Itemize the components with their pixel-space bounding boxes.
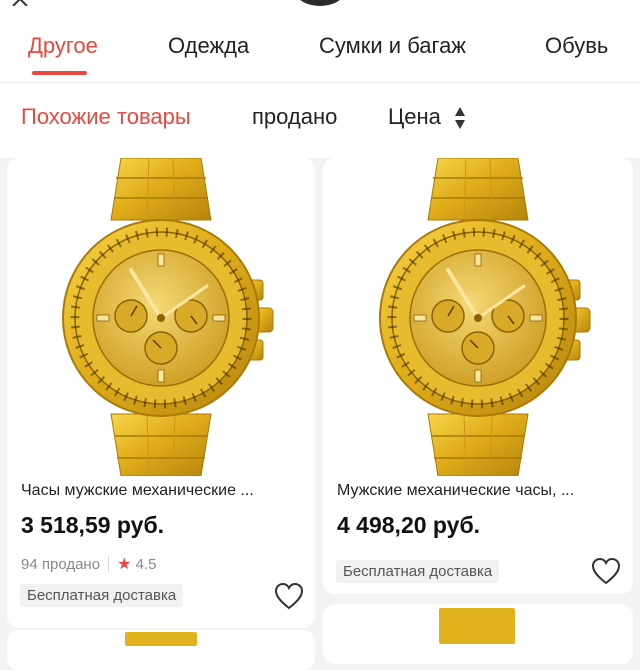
sort-arrows-icon[interactable] [454, 106, 466, 130]
product-price: 3 518,59 руб. [21, 512, 165, 538]
product-meta: 94 продано ★ 4.5 [21, 554, 156, 574]
star-icon: ★ [117, 556, 132, 573]
active-tab-indicator [32, 71, 87, 75]
product-image[interactable] [7, 158, 315, 476]
product-image-partial[interactable] [125, 632, 197, 646]
divider [0, 82, 640, 83]
rating: 4.5 [135, 556, 157, 573]
free-shipping-badge: Бесплатная доставка [20, 584, 184, 607]
sort-sold[interactable]: продано [252, 100, 337, 134]
product-card[interactable] [7, 630, 315, 670]
sort-similar[interactable]: Похожие товары [21, 100, 191, 134]
tab-shoes[interactable]: Обувь [545, 30, 608, 62]
sold-count: 94 продано [21, 556, 101, 573]
tab-other[interactable]: Другое [28, 30, 98, 62]
close-icon[interactable] [10, 0, 30, 6]
tab-bags-luggage[interactable]: Сумки и багаж [319, 30, 466, 62]
sort-bar: Похожие товары продано Цена [0, 100, 640, 136]
free-shipping-badge: Бесплатная доставка [336, 560, 500, 583]
favorite-heart-icon[interactable] [591, 557, 621, 585]
category-tabs: Другое Одежда Сумки и багаж Обувь [0, 30, 640, 80]
favorite-heart-icon[interactable] [274, 582, 304, 610]
product-title[interactable]: Мужские механические часы, ... [337, 482, 627, 500]
top-bar: Другое Одежда Сумки и багаж Обувь Похожи… [0, 0, 640, 158]
tab-clothing[interactable]: Одежда [168, 30, 249, 62]
product-image-partial[interactable] [439, 608, 515, 644]
product-title[interactable]: Часы мужские механические ... [21, 482, 306, 500]
product-price: 4 498,20 руб. [337, 512, 481, 538]
top-avatar[interactable] [296, 0, 344, 6]
product-image[interactable] [323, 158, 633, 476]
sort-price[interactable]: Цена [388, 100, 441, 134]
product-card[interactable] [323, 604, 633, 664]
